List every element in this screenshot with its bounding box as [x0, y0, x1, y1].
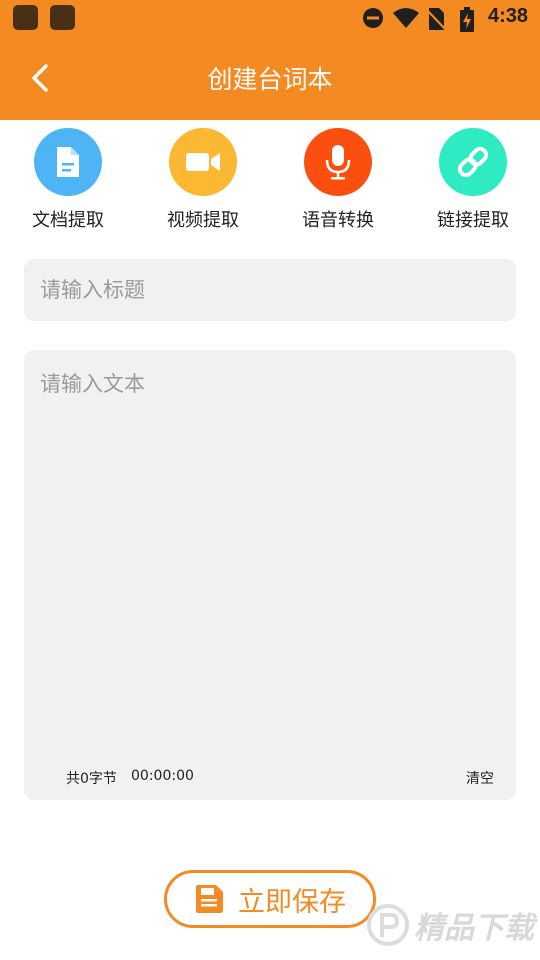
text-input[interactable]: [24, 350, 516, 750]
tool-label: 链接提取: [437, 210, 509, 231]
clock: 4:38: [487, 5, 528, 27]
wifi-icon: [393, 8, 419, 28]
tool-label: 语音转换: [302, 210, 374, 231]
title-input[interactable]: [24, 259, 516, 321]
watermark-text: 精品下载: [414, 911, 534, 946]
app-bar: 创建台词本: [0, 38, 540, 120]
save-button[interactable]: 立即保存: [164, 870, 376, 928]
watermark-logo-icon: [367, 904, 409, 946]
microphone-icon: [304, 128, 372, 196]
document-icon: [34, 128, 102, 196]
page-title: 创建台词本: [207, 65, 333, 94]
byte-count: 共0字节: [66, 771, 117, 787]
watermark: 精品下载: [366, 900, 534, 950]
video-extract-button[interactable]: 视频提取: [143, 128, 263, 232]
duration: 00:00:00: [131, 768, 194, 784]
link-extract-button[interactable]: 链接提取: [413, 128, 533, 232]
text-editor: 共0字节 00:00:00 清空: [24, 350, 516, 800]
notification-icon: [50, 5, 75, 30]
tool-label: 视频提取: [167, 210, 239, 231]
speech-convert-button[interactable]: 语音转换: [278, 128, 398, 232]
do-not-disturb-icon: [363, 8, 383, 28]
save-label: 立即保存: [238, 886, 346, 918]
notification-icon: [13, 5, 38, 30]
video-camera-icon: [169, 128, 237, 196]
extraction-tools: 文档提取 视频提取 语音转换 链接提取: [0, 128, 540, 238]
floppy-disk-icon: [196, 885, 223, 913]
battery-charging-icon: [460, 7, 474, 32]
clear-button[interactable]: 清空: [466, 768, 494, 788]
status-bar: 4:38: [0, 0, 540, 38]
document-extract-button[interactable]: 文档提取: [8, 128, 128, 232]
no-sim-icon: [426, 8, 446, 30]
link-icon: [439, 128, 507, 196]
tool-label: 文档提取: [32, 210, 104, 231]
